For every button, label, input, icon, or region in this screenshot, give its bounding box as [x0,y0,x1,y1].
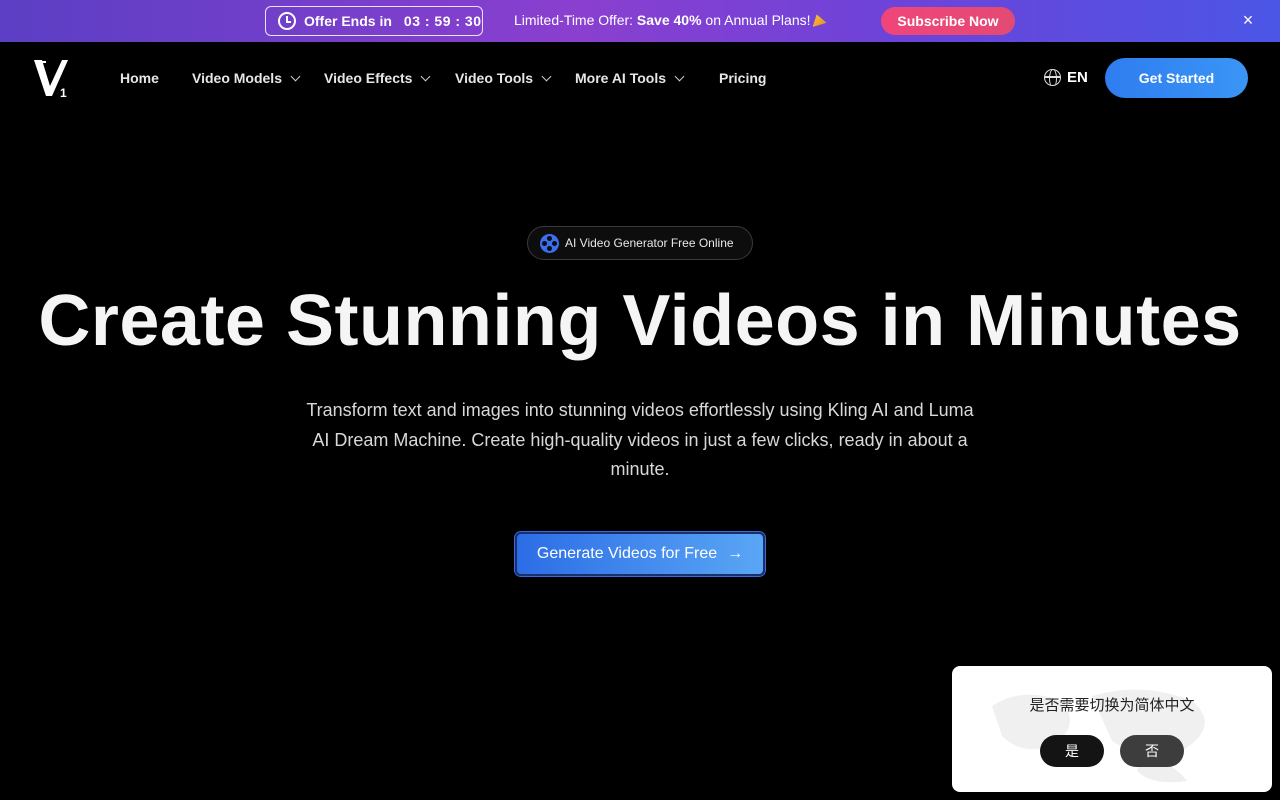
film-reel-icon [540,233,559,253]
chevron-down-icon [541,71,552,81]
language-switch-yes-button[interactable]: 是 [1040,735,1104,767]
nav-video-models-label: Video Models [192,70,282,86]
nav-video-tools[interactable]: Video Tools [455,70,552,86]
nav-more-ai-tools-label: More AI Tools [575,70,666,86]
nav-video-tools-label: Video Tools [455,70,534,86]
hero-badge: AI Video Generator Free Online [527,226,753,260]
nav-pricing-label: Pricing [719,70,767,86]
site-logo[interactable]: 1 [32,56,72,100]
offer-countdown: Offer Ends in 03 : 59 : 30 [265,6,483,36]
clock-icon [278,12,296,30]
close-icon[interactable]: × [1240,11,1256,29]
countdown-time: 03 : 59 : 30 [403,13,482,29]
nav-more-ai-tools[interactable]: More AI Tools [575,70,685,86]
party-popper-icon [812,14,827,27]
subscribe-now-button[interactable]: Subscribe Now [881,7,1015,35]
logo-mark: 1 [34,60,68,100]
offer-label: Offer Ends in [304,13,392,29]
globe-icon [1044,69,1061,86]
chevron-down-icon [674,71,685,81]
get-started-button[interactable]: Get Started [1105,58,1248,98]
promo-message: Limited-Time Offer: Save 40% on Annual P… [514,12,827,28]
main-navigation: 1 Home Video Models Video Effects Video … [0,42,1280,114]
nav-home-label: Home [120,70,159,86]
language-switch-no-button[interactable]: 否 [1120,735,1184,767]
nav-video-effects[interactable]: Video Effects [324,70,431,86]
promo-message-prefix: Limited-Time Offer: [514,12,637,28]
generate-videos-button[interactable]: Generate Videos for Free → [515,532,765,576]
hero-title: Create Stunning Videos in Minutes [38,281,1242,361]
promo-message-discount: Save 40% [636,12,702,28]
language-switch-dialog: 是否需要切换为简体中文 是 否 [952,666,1272,792]
hero-subtitle: Transform text and images into stunning … [306,400,974,479]
nav-pricing[interactable]: Pricing [719,70,766,86]
chevron-down-icon [290,71,301,81]
nav-home[interactable]: Home [120,70,159,86]
chevron-down-icon [420,71,431,81]
world-map-decoration [992,689,1205,783]
language-selector[interactable]: EN [1044,69,1088,86]
nav-video-effects-label: Video Effects [324,70,413,86]
svg-text:1: 1 [60,86,67,100]
language-label: EN [1067,69,1088,86]
promo-message-suffix: on Annual Plans! [701,12,811,28]
promo-banner: Offer Ends in 03 : 59 : 30 Limited-Time … [0,0,1280,42]
arrow-right-icon: → [727,545,744,562]
language-switch-prompt: 是否需要切换为简体中文 [1029,696,1195,714]
nav-video-models[interactable]: Video Models [192,70,301,86]
hero-badge-label: AI Video Generator Free Online [565,236,734,250]
generate-videos-label: Generate Videos for Free [536,545,718,562]
